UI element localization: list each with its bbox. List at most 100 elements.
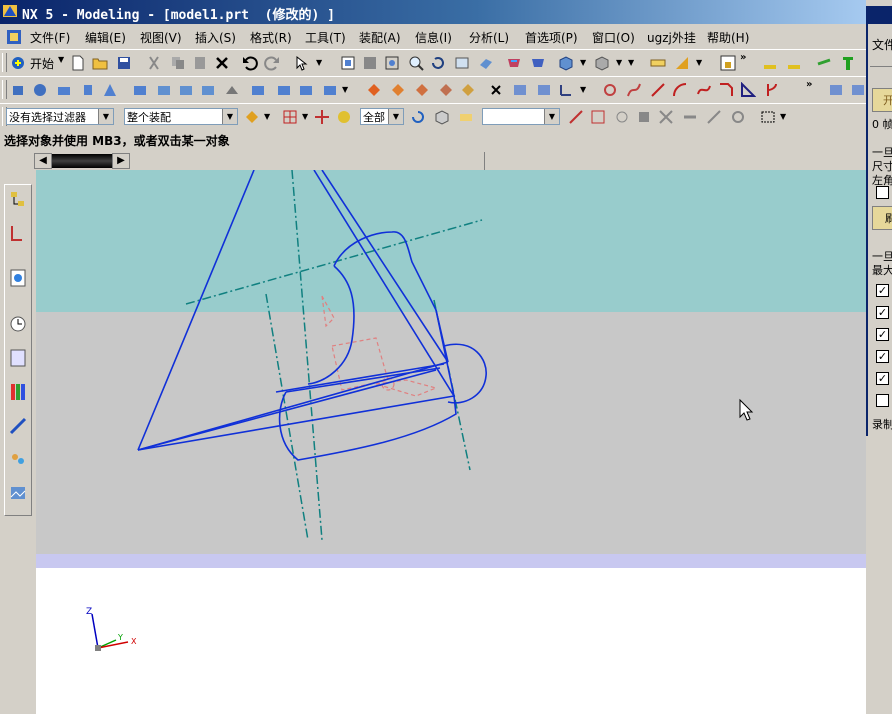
menu-preferences[interactable]: 首选项(P) — [525, 29, 578, 46]
display-mode-icon[interactable] — [594, 55, 610, 71]
chevron-down-icon[interactable]: ▼ — [544, 109, 559, 124]
sketch-icon[interactable] — [602, 82, 618, 98]
option-checkbox-6[interactable]: ✓ — [876, 372, 889, 385]
toolbar-grip[interactable] — [2, 53, 7, 72]
menu-edit[interactable]: 编辑(E) — [85, 29, 126, 46]
text-tool-icon[interactable] — [840, 55, 856, 71]
chevron-down-icon[interactable]: ▼ — [98, 109, 113, 124]
more-dropdown-arrow-icon[interactable]: ▼ — [628, 58, 634, 67]
system-visualization-icon[interactable] — [8, 483, 28, 505]
open-folder-icon[interactable] — [92, 55, 108, 71]
start-button-label[interactable]: 开始 — [30, 55, 54, 72]
pocket-icon[interactable] — [178, 82, 194, 98]
option-checkbox-4[interactable]: ✓ — [876, 328, 889, 341]
point-icon[interactable] — [488, 82, 504, 98]
green-tool-icon[interactable] — [816, 55, 832, 71]
roles-icon[interactable] — [8, 449, 28, 471]
toolbar2-overflow-icon[interactable]: » — [806, 79, 812, 90]
zoom-icon[interactable] — [408, 55, 424, 71]
crosshair-icon[interactable] — [314, 109, 330, 125]
line-icon[interactable] — [650, 82, 666, 98]
revolve-icon[interactable] — [32, 82, 48, 98]
boss-icon[interactable] — [156, 82, 172, 98]
emboss-icon[interactable] — [224, 82, 240, 98]
measure-icon[interactable] — [674, 55, 690, 71]
rectangle-select-icon[interactable] — [760, 109, 776, 125]
reuse-library-icon[interactable] — [8, 347, 28, 369]
cylinder-icon[interactable] — [80, 82, 96, 98]
layer-settings-icon[interactable] — [506, 55, 522, 71]
fillet-curve-icon[interactable] — [718, 82, 734, 98]
helix-icon[interactable] — [764, 82, 780, 98]
history-icon[interactable] — [8, 313, 28, 335]
display-dropdown-arrow-icon[interactable]: ▼ — [616, 58, 622, 67]
snap-center-icon[interactable] — [614, 109, 630, 125]
blend-dropdown-arrow-icon[interactable]: ▼ — [342, 85, 348, 94]
menu-file[interactable]: 文件(F) — [30, 29, 70, 46]
option-checkbox-3[interactable]: ✓ — [876, 306, 889, 319]
thicken-icon[interactable] — [438, 82, 454, 98]
menu-help[interactable]: 帮助(H) — [707, 29, 749, 46]
save-icon[interactable] — [116, 55, 132, 71]
snap-existing-icon[interactable] — [682, 109, 698, 125]
layer-visible-icon[interactable] — [530, 55, 546, 71]
snap-quad-icon[interactable] — [636, 109, 652, 125]
pattern-icon[interactable] — [850, 82, 866, 98]
snap-dropdown-arrow-icon[interactable]: ▼ — [302, 112, 308, 121]
option-checkbox-1[interactable] — [876, 186, 889, 199]
menu-window[interactable]: 窗口(O) — [592, 29, 635, 46]
unite-icon[interactable] — [250, 82, 266, 98]
menu-assembly[interactable]: 装配(A) — [359, 29, 401, 46]
web-browser-icon[interactable] — [8, 267, 28, 289]
curve-icon[interactable] — [626, 82, 642, 98]
datum-dropdown-arrow-icon[interactable]: ▼ — [580, 85, 586, 94]
copy-icon[interactable] — [170, 55, 186, 71]
start-icon[interactable] — [10, 55, 26, 71]
tab-scroll-thumb[interactable] — [52, 154, 112, 168]
view-orient-icon[interactable] — [478, 55, 494, 71]
select-dropdown2-arrow-icon[interactable]: ▼ — [264, 112, 270, 121]
rule-dropdown[interactable]: ▼ — [482, 108, 560, 125]
arc-icon[interactable] — [672, 82, 688, 98]
app-menu-icon[interactable] — [6, 29, 22, 45]
snap-point-icon[interactable] — [282, 109, 298, 125]
draft-icon[interactable] — [390, 82, 406, 98]
menu-view[interactable]: 视图(V) — [140, 29, 182, 46]
offset-face-icon[interactable] — [366, 82, 382, 98]
graphics-window[interactable]: Z Y X — [36, 170, 866, 714]
delete-icon[interactable] — [214, 55, 230, 71]
render-style-icon[interactable] — [558, 55, 574, 71]
paste-icon[interactable] — [192, 55, 208, 71]
all-filter-dropdown[interactable]: 全部 ▼ — [360, 108, 404, 125]
edge-blend-icon[interactable] — [322, 82, 338, 98]
select-dropdown-arrow-icon[interactable]: ▼ — [316, 58, 322, 67]
new-file-icon[interactable] — [70, 55, 86, 71]
rotate-icon[interactable] — [430, 55, 446, 71]
scroll-right-button[interactable]: ▶ — [112, 153, 130, 169]
hole-icon[interactable] — [132, 82, 148, 98]
snap-mid-icon[interactable] — [590, 109, 606, 125]
type-filter-dropdown[interactable]: 没有选择过滤器 ▼ — [6, 108, 114, 125]
menu-analysis[interactable]: 分析(L) — [469, 29, 509, 46]
color-wheel-icon[interactable] — [336, 109, 352, 125]
spline-icon[interactable] — [696, 82, 712, 98]
menu-insert[interactable]: 插入(S) — [195, 29, 236, 46]
undo-icon[interactable] — [242, 55, 258, 71]
option-checkbox-7[interactable] — [876, 394, 889, 407]
select-cursor-icon[interactable] — [294, 55, 310, 71]
toolbar-overflow-icon[interactable]: » — [740, 52, 746, 63]
select-face-icon[interactable] — [458, 109, 474, 125]
plane-icon[interactable] — [512, 82, 528, 98]
trim-body-icon[interactable] — [460, 82, 476, 98]
snap-tangent-icon[interactable] — [730, 109, 746, 125]
menu-tools[interactable]: 工具(T) — [305, 29, 346, 46]
mirror-icon[interactable] — [828, 82, 844, 98]
chevron-down-icon[interactable]: ▼ — [388, 109, 403, 124]
select-body-icon[interactable] — [434, 109, 450, 125]
menu-format[interactable]: 格式(R) — [250, 29, 292, 46]
palette-icon[interactable] — [8, 381, 28, 403]
refresh-button[interactable]: 刷 — [872, 206, 892, 230]
subtract-icon[interactable] — [276, 82, 292, 98]
ruler-icon[interactable] — [650, 55, 666, 71]
selection-scope-dropdown[interactable]: 整个装配 ▼ — [124, 108, 238, 125]
